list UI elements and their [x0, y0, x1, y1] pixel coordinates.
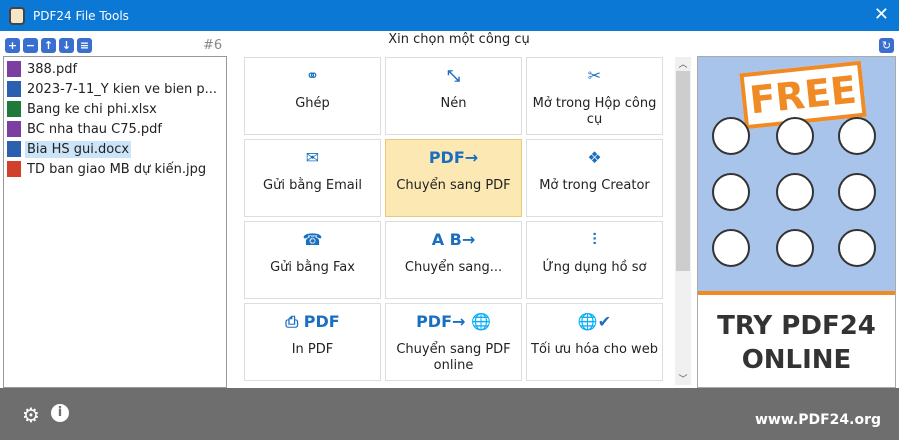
ad-line-1: TRY PDF24 [717, 311, 876, 341]
move-down-icon[interactable]: ↓ [59, 38, 74, 53]
tool-icon: ⤡ [447, 66, 460, 85]
tool-tile[interactable]: PDF→ Chuyển sang PDF [385, 139, 522, 217]
scroll-thumb[interactable] [676, 71, 690, 271]
website-link[interactable]: www.PDF24.org [755, 412, 881, 428]
file-item[interactable]: 2023-7-11_Y kien ve bien p... [4, 79, 226, 99]
tool-tile[interactable]: ✉ Gửi bằng Email [244, 139, 381, 217]
file-item[interactable]: TD ban giao MB dự kiến.jpg [4, 159, 226, 179]
tool-icon: 🌐✔ [577, 312, 612, 331]
tool-icon: ✂ [587, 66, 602, 85]
window-title: PDF24 File Tools [33, 8, 129, 23]
scroll-up-icon[interactable]: ︿ [675, 57, 691, 70]
docx-file-icon [7, 81, 21, 97]
file-name: TD ban giao MB dự kiến.jpg [27, 161, 207, 177]
tool-icon: ✉ [305, 148, 320, 167]
title-bar: PDF24 File Tools ✕ [0, 0, 899, 31]
tool-tile[interactable]: A B→ Chuyển sang... [385, 221, 522, 299]
tool-tile[interactable]: ⚭ Ghép [244, 57, 381, 135]
tool-icon: A B→ [431, 230, 476, 249]
tool-tile[interactable]: ☎ Gửi bằng Fax [244, 221, 381, 299]
tool-tile[interactable]: ⤡ Nén [385, 57, 522, 135]
tool-icon: ⫶ [592, 230, 597, 249]
pdf-file-icon [7, 121, 21, 137]
tool-label: Mở trong Hộp công cụ [532, 96, 657, 127]
file-item[interactable]: 388.pdf [4, 59, 226, 79]
tools-heading: Xin chọn một công cụ [388, 32, 530, 47]
tool-label: Ứng dụng hồ sơ [542, 260, 647, 275]
file-toolbar: + − ↑ ↓ ≡ [5, 38, 92, 53]
sort-icon[interactable]: ≡ [77, 38, 92, 53]
refresh-icon[interactable]: ↻ [879, 38, 894, 53]
add-file-icon[interactable]: + [5, 38, 20, 53]
tool-tile[interactable]: ⫶ Ứng dụng hồ sơ [526, 221, 663, 299]
ad-line-2: ONLINE [741, 345, 852, 375]
tool-label: Chuyển sang PDF online [396, 342, 511, 373]
scroll-down-icon[interactable]: ﹀ [675, 372, 691, 385]
tool-tile[interactable]: ⎙ PDF In PDF [244, 303, 381, 381]
tool-tile[interactable]: PDF→ 🌐 Chuyển sang PDF online [385, 303, 522, 381]
tool-icon: ⚭ [305, 66, 320, 85]
tool-label: Gửi bằng Email [263, 178, 362, 193]
info-icon[interactable]: i [51, 404, 69, 422]
tool-label: In PDF [291, 342, 334, 357]
app-logo-icon [9, 6, 25, 25]
file-name: Bia HS gui.docx [25, 140, 132, 158]
tool-label: Nén [440, 96, 467, 111]
tool-tile[interactable]: ❖ Mở trong Creator [526, 139, 663, 217]
tool-tile[interactable]: ✂ Mở trong Hộp công cụ [526, 57, 663, 135]
file-item[interactable]: Bang ke chi phi.xlsx [4, 99, 226, 119]
jpg-file-icon [7, 161, 21, 177]
tool-icon: ⎙ PDF [285, 312, 340, 331]
footer: ⚙ i www.PDF24.org [0, 388, 899, 440]
remove-file-icon[interactable]: − [23, 38, 38, 53]
scrollbar[interactable]: ︿ ﹀ [675, 57, 691, 385]
file-name: BC nha thau C75.pdf [27, 121, 162, 137]
ad-banner[interactable]: FREE TRY PDF24 ONLINE [697, 56, 896, 388]
file-name: 388.pdf [27, 61, 78, 77]
tool-tile[interactable]: 🌐✔ Tối ưu hóa cho web [526, 303, 663, 381]
file-count: #6 [203, 38, 223, 53]
tool-icon: ❖ [587, 148, 602, 167]
tool-grid: ⚭ Ghép ⤡ Nén ✂ Mở trong Hộp công cụ ✉ Gửi bằng … [244, 57, 663, 381]
file-name: 2023-7-11_Y kien ve bien p... [27, 81, 218, 97]
gear-icon[interactable]: ⚙ [22, 403, 40, 427]
tool-icon: ☎ [302, 230, 323, 249]
tool-label: Gửi bằng Fax [270, 260, 355, 275]
file-item[interactable]: BC nha thau C75.pdf [4, 119, 226, 139]
tool-label: Tối ưu hóa cho web [531, 342, 658, 357]
tool-icon: PDF→ 🌐 [416, 312, 491, 331]
docx-file-icon [7, 141, 21, 157]
tool-label: Mở trong Creator [539, 178, 650, 193]
tool-label: Ghép [295, 96, 330, 111]
move-up-icon[interactable]: ↑ [41, 38, 56, 53]
file-list[interactable]: 388.pdf 2023-7-11_Y kien ve bien p... Bang… [3, 56, 227, 388]
close-icon[interactable]: ✕ [874, 4, 889, 25]
pdf-file-icon [7, 61, 21, 77]
xlsx-file-icon [7, 101, 21, 117]
tool-label: Chuyển sang PDF [396, 178, 511, 193]
file-name: Bang ke chi phi.xlsx [27, 101, 157, 117]
tool-icon: PDF→ [428, 148, 479, 167]
tool-label: Chuyển sang... [404, 260, 503, 275]
file-item[interactable]: Bia HS gui.docx [4, 139, 226, 159]
